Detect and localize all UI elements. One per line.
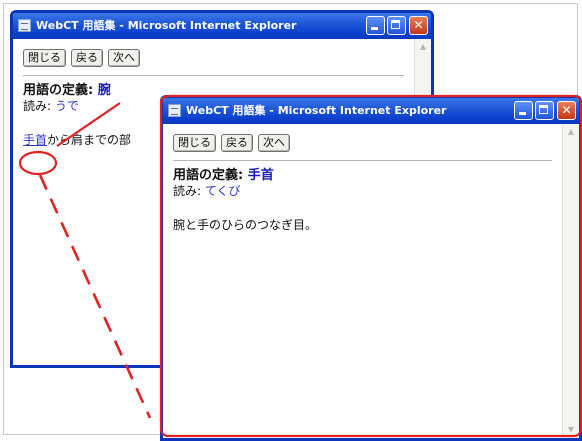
maximize-icon[interactable] <box>387 16 406 35</box>
minimize-icon[interactable] <box>366 16 385 35</box>
ie-page-icon <box>18 19 31 32</box>
close-button[interactable]: 閉じる <box>23 49 66 67</box>
reading-label: 読み: <box>173 184 202 198</box>
minimize-icon[interactable] <box>514 101 533 120</box>
scroll-down-arrow-icon[interactable]: ▼ <box>565 424 577 436</box>
title-bar[interactable]: WebCT 用語集 - Microsoft Internet Explorer … <box>13 13 431 39</box>
reading-value: てくび <box>204 184 241 198</box>
term-title: 腕 <box>97 83 111 98</box>
definition-text: 腕と手のひらのつなぎ目。 <box>173 218 318 232</box>
glossary-term-link[interactable]: 手首 <box>23 133 47 147</box>
next-button[interactable]: 次へ <box>258 134 290 152</box>
ie-page-icon <box>168 104 181 117</box>
term-title: 手首 <box>247 168 274 183</box>
back-button[interactable]: 戻る <box>71 49 103 67</box>
separator <box>23 75 404 76</box>
nav-buttons: 閉じる 戻る 次へ <box>173 134 552 152</box>
reading-label: 読み: <box>23 99 52 113</box>
window-title: WebCT 用語集 - Microsoft Internet Explorer <box>186 104 447 117</box>
next-button[interactable]: 次へ <box>108 49 140 67</box>
close-button[interactable]: 閉じる <box>173 134 216 152</box>
separator <box>173 160 552 161</box>
title-bar[interactable]: WebCT 用語集 - Microsoft Internet Explorer … <box>163 98 579 124</box>
definition-label: 用語の定義: <box>23 83 94 98</box>
definition-rest: から肩までの部 <box>47 133 132 147</box>
scroll-up-arrow-icon[interactable]: ▲ <box>417 41 429 53</box>
nav-buttons: 閉じる 戻る 次へ <box>23 49 404 67</box>
vertical-scrollbar[interactable]: ▲ ▼ <box>562 124 579 438</box>
reading-value: うで <box>54 99 79 113</box>
close-icon[interactable]: ✕ <box>409 16 428 35</box>
reading-row: 読み: てくび <box>173 184 552 199</box>
scroll-up-arrow-icon[interactable]: ▲ <box>565 126 577 138</box>
definition-label: 用語の定義: <box>173 168 244 183</box>
window-content: 閉じる 戻る 次へ 用語の定義: 手首 読み: てくび 腕と手のひらのつなぎ目。 <box>163 124 562 438</box>
definition-heading: 用語の定義: 手首 <box>173 168 552 184</box>
back-button[interactable]: 戻る <box>221 134 253 152</box>
close-icon[interactable]: ✕ <box>557 101 576 120</box>
window-title: WebCT 用語集 - Microsoft Internet Explorer <box>36 19 297 32</box>
maximize-icon[interactable] <box>535 101 554 120</box>
glossary-window-front: WebCT 用語集 - Microsoft Internet Explorer … <box>160 95 582 441</box>
